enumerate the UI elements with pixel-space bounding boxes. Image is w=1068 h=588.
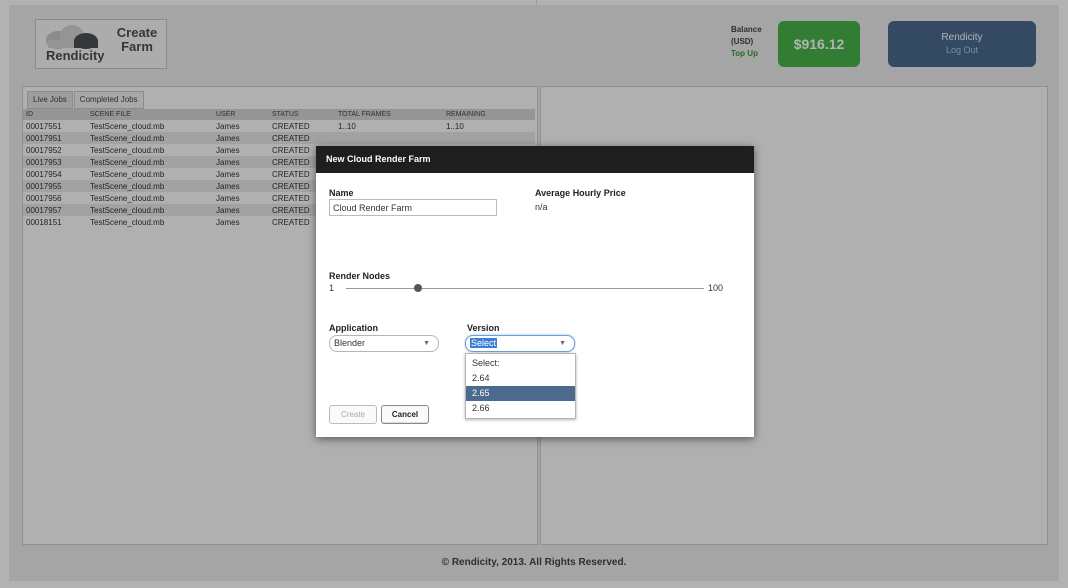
application-value: Blender bbox=[334, 338, 366, 348]
name-input[interactable] bbox=[329, 199, 497, 216]
create-button[interactable]: Create bbox=[329, 405, 377, 424]
name-label: Name bbox=[329, 188, 354, 198]
dialog-title: New Cloud Render Farm bbox=[316, 146, 754, 173]
new-render-farm-dialog: New Cloud Render Farm Name Average Hourl… bbox=[316, 146, 754, 437]
nodes-max-label: 100 bbox=[708, 283, 724, 293]
version-option[interactable]: 2.64 bbox=[466, 371, 575, 386]
chevron-down-icon: ▼ bbox=[423, 340, 430, 347]
version-value: Select bbox=[470, 338, 498, 348]
render-nodes-label: Render Nodes bbox=[329, 271, 391, 281]
version-label: Version bbox=[467, 323, 500, 333]
version-select[interactable]: Select ▼ bbox=[465, 335, 575, 352]
price-value: n/a bbox=[535, 202, 548, 212]
chevron-down-icon: ▼ bbox=[559, 340, 566, 347]
version-option[interactable]: 2.66 bbox=[466, 401, 575, 416]
nodes-slider-track[interactable] bbox=[346, 288, 704, 289]
nodes-slider-handle[interactable] bbox=[414, 284, 422, 292]
version-dropdown: Select: 2.64 2.65 2.66 bbox=[465, 353, 576, 419]
price-label: Average Hourly Price bbox=[535, 188, 626, 198]
version-option[interactable]: Select: bbox=[466, 356, 575, 371]
application-label: Application bbox=[329, 323, 378, 333]
nodes-min-label: 1 bbox=[329, 283, 335, 293]
application-select[interactable]: Blender ▼ bbox=[329, 335, 439, 352]
cancel-button[interactable]: Cancel bbox=[381, 405, 429, 424]
version-option-highlighted[interactable]: 2.65 bbox=[466, 386, 575, 401]
